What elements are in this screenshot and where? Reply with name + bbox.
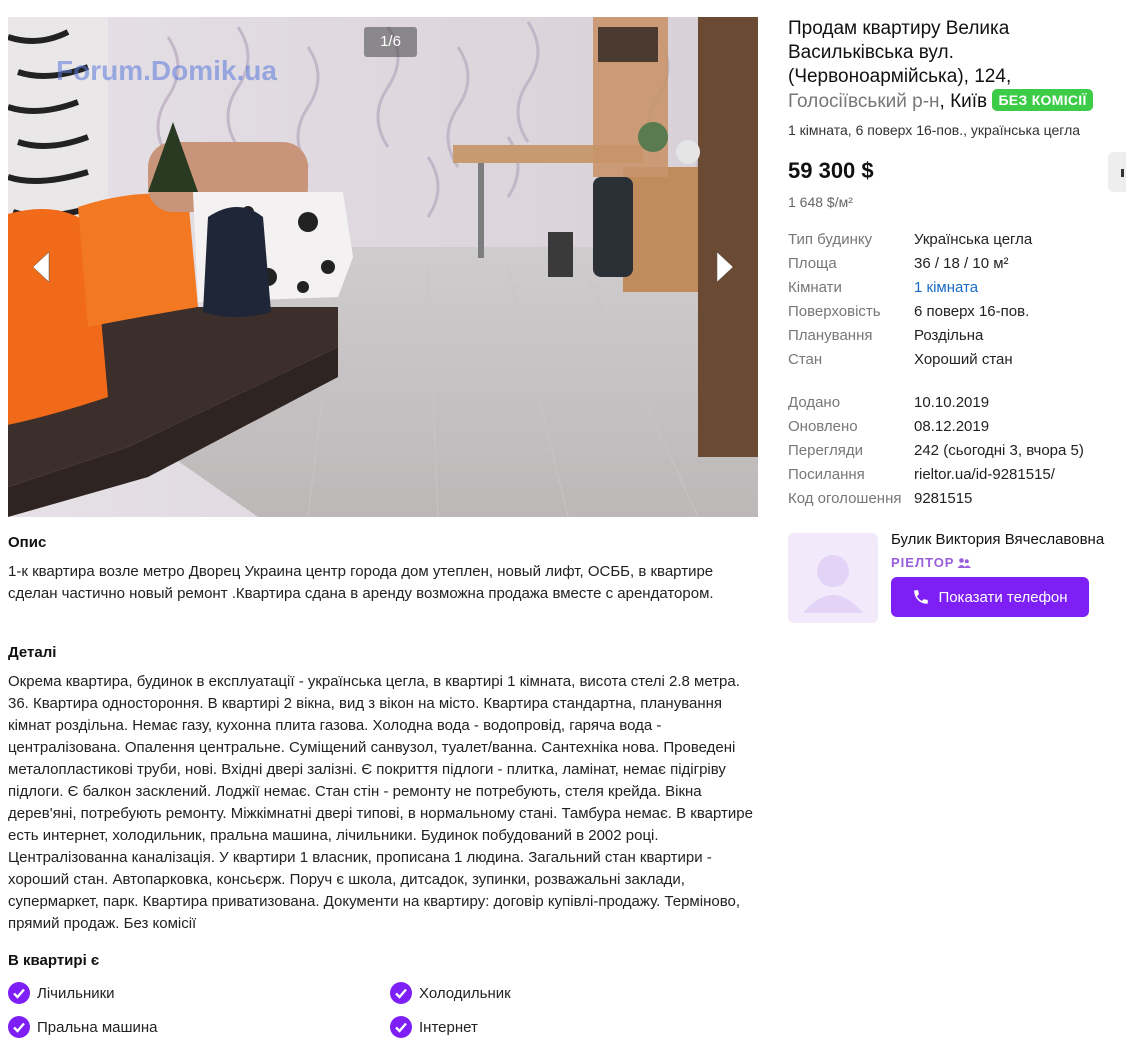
side-panel-tab[interactable]: [1108, 152, 1126, 192]
photo-gallery[interactable]: 1/6 Forum.Domik.ua: [8, 17, 758, 517]
property-value: Хороший стан: [914, 351, 1013, 368]
rooms-link[interactable]: 1 кімната: [914, 276, 978, 300]
meta-row: Додано 10.10.2019: [788, 391, 1084, 415]
meta-value: 08.12.2019: [914, 418, 990, 435]
meta-row: Код оголошення 9281515: [788, 487, 1084, 511]
listing-title-text: Продам квартиру Велика Васильківська вул…: [788, 18, 1012, 87]
meta-list: Додано 10.10.2019 Оновлено 08.12.2019 Пе…: [788, 391, 1084, 511]
meta-row: Посилання rieltor.ua/id-9281515/: [788, 463, 1084, 487]
listing-title: Продам квартиру Велика Васильківська вул…: [788, 17, 1123, 114]
meta-value: 10.10.2019: [914, 394, 990, 411]
property-value: 6 поверх 16-пов.: [914, 303, 1030, 320]
title-separator: ,: [939, 91, 945, 112]
check-circle-icon: [8, 982, 30, 1004]
feature-item: Інтернет: [390, 1016, 478, 1038]
meta-key: Оновлено: [788, 418, 858, 435]
meta-row: Оновлено 08.12.2019: [788, 415, 1084, 439]
realtor-card: Булик Виктория Вячеславовна РІЕЛТОР Пока…: [788, 531, 1126, 626]
meta-value: 9281515: [914, 490, 973, 507]
listing-photo: [8, 17, 758, 517]
feature-item: Лічильники: [8, 982, 115, 1004]
people-icon: [957, 557, 972, 568]
check-circle-icon: [8, 1016, 30, 1038]
feature-label: Інтернет: [419, 1018, 478, 1036]
feature-label: Лічильники: [37, 984, 115, 1002]
district-link[interactable]: Голосіївський р-н: [788, 91, 940, 112]
avatar[interactable]: [788, 533, 878, 623]
description-text: 1-к квартира возле метро Дворец Украина …: [8, 563, 714, 602]
listing-subtitle: 1 кімната, 6 поверх 16-пов., українська …: [788, 122, 1081, 138]
feature-label: Пральна машина: [37, 1018, 158, 1036]
check-circle-icon: [390, 1016, 412, 1038]
realtor-role: РІЕЛТОР: [891, 555, 972, 570]
show-phone-button[interactable]: Показати телефон: [891, 577, 1089, 617]
meta-key: Додано: [788, 394, 841, 411]
listing-link-value: rieltor.ua/id-9281515/: [914, 466, 1055, 483]
meta-key: Перегляди: [788, 442, 863, 459]
property-key: Стан: [788, 351, 823, 368]
meta-key: Код оголошення: [788, 490, 902, 507]
no-commission-badge: БЕЗ КОМІСІЇ: [992, 89, 1093, 111]
property-list: Тип будинку Українська цегла Площа 36 / …: [788, 228, 1032, 372]
meta-row: Перегляди 242 (сьогодні 3, вчора 5): [788, 439, 1084, 463]
property-key: Планування: [788, 327, 873, 344]
property-key: Поверховість: [788, 303, 881, 320]
features-title: В квартирі є: [8, 952, 100, 969]
next-photo-button[interactable]: [704, 245, 744, 289]
details-text: Окрема квартира, будинок в експлуатації …: [8, 673, 753, 932]
show-phone-label: Показати телефон: [938, 588, 1068, 606]
property-key: Тип будинку: [788, 231, 873, 248]
property-value: 36 / 18 / 10 м²: [914, 255, 1009, 272]
property-row: Площа 36 / 18 / 10 м²: [788, 252, 1032, 276]
property-row: Тип будинку Українська цегла: [788, 228, 1032, 252]
watermark: Forum.Domik.ua: [56, 55, 277, 86]
check-circle-icon: [390, 982, 412, 1004]
feature-item: Холодильник: [390, 982, 511, 1004]
property-value: Українська цегла: [914, 231, 1033, 248]
realtor-name[interactable]: Булик Виктория Вячеславовна: [891, 531, 1104, 548]
price-per-m2: 1 648 $/м²: [788, 194, 853, 210]
property-row: Кімнати 1 кімната: [788, 276, 1032, 300]
property-value: Роздільна: [914, 327, 984, 344]
price: 59 300 $: [788, 158, 874, 183]
property-key: Кімнати: [788, 279, 842, 296]
realtor-role-label: РІЕЛТОР: [891, 555, 955, 570]
description-title: Опис: [8, 534, 47, 551]
phone-icon: [914, 590, 929, 604]
meta-value: 242 (сьогодні 3, вчора 5): [914, 442, 1084, 459]
property-key: Площа: [788, 255, 837, 272]
property-row: Планування Роздільна: [788, 324, 1032, 348]
details-title: Деталі: [8, 644, 57, 661]
feature-item: Пральна машина: [8, 1016, 158, 1038]
prev-photo-button[interactable]: [22, 245, 62, 289]
chevron-left-icon: [33, 252, 50, 282]
city-link[interactable]: Київ: [950, 91, 987, 112]
property-row: Поверховість 6 поверх 16-пов.: [788, 300, 1032, 324]
property-row: Стан Хороший стан: [788, 348, 1032, 372]
chevron-right-icon: [716, 252, 733, 282]
photo-counter: 1/6: [364, 27, 417, 57]
feature-label: Холодильник: [419, 984, 511, 1002]
user-placeholder-icon: [803, 555, 863, 613]
meta-key: Посилання: [788, 466, 865, 483]
